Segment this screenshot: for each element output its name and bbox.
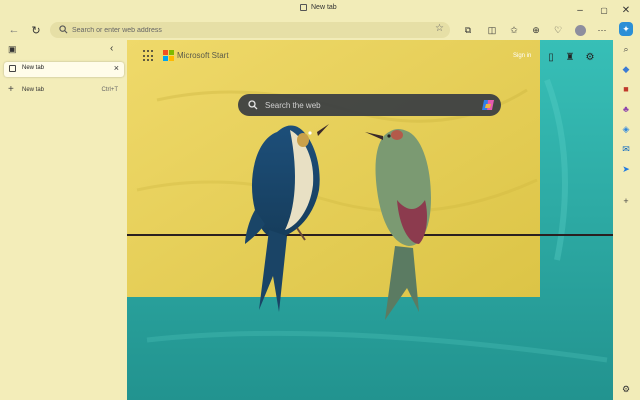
close-tab-icon[interactable]: ×	[114, 63, 119, 73]
browser-essentials-icon[interactable]: ♡	[550, 22, 566, 38]
games-icon[interactable]: ♣	[619, 102, 633, 116]
collapse-pane-icon[interactable]: ‹	[110, 43, 113, 54]
tools-briefcase-icon[interactable]: ■	[619, 82, 633, 96]
brand-name: Microsoft Start	[177, 51, 229, 60]
tab-label: New tab	[22, 65, 45, 71]
microsoft365-icon[interactable]: ◈	[619, 122, 633, 136]
title-bar: New tab – ▢ ✕	[0, 0, 640, 20]
rewards-trophy-icon[interactable]: ♜	[563, 50, 577, 64]
new-tab-page: Microsoft Start Sign in ▯ ♜ ⚙	[127, 40, 613, 400]
split-screen-icon[interactable]: ◫	[484, 22, 500, 38]
edge-sidebar: ✦ ⌕ ◆ ■ ♣ ◈ ✉ ➤ + ⚙	[613, 20, 640, 400]
copilot-icon[interactable]	[481, 98, 495, 112]
web-search-input[interactable]	[265, 98, 465, 112]
outlook-icon[interactable]: ✉	[619, 142, 633, 156]
shopping-tag-icon[interactable]: ◆	[619, 62, 633, 76]
drop-icon[interactable]: ➤	[619, 162, 633, 176]
vertical-tabs-pane: ▣ ‹ New tab × + New tab Ctrl+T	[0, 40, 127, 400]
page-settings-icon[interactable]: ⚙	[583, 50, 597, 64]
toolbar: ← ↻ ☆	[0, 20, 640, 40]
close-button[interactable]: ✕	[618, 2, 634, 18]
vertical-tabs-header: ▣ ‹	[0, 43, 127, 58]
back-button[interactable]: ←	[6, 22, 22, 38]
minimize-button[interactable]: –	[572, 2, 588, 18]
collections-icon[interactable]: ⊕	[528, 22, 544, 38]
new-tab-button[interactable]: + New tab Ctrl+T	[4, 84, 124, 98]
window-title: New tab	[300, 4, 337, 11]
tab-actions-icon[interactable]: ▣	[8, 44, 17, 55]
sidebar-settings-icon[interactable]: ⚙	[619, 382, 633, 396]
favorites-icon[interactable]: ✩	[506, 22, 522, 38]
tab-page-icon	[300, 4, 307, 11]
microsoft-start-logo[interactable]: Microsoft Start	[163, 50, 229, 61]
address-input[interactable]	[72, 24, 412, 36]
tab-item-new-tab[interactable]: New tab ×	[4, 62, 124, 77]
add-sidebar-app-icon[interactable]: +	[619, 194, 633, 208]
phone-icon[interactable]: ▯	[544, 50, 558, 64]
microsoft-logo-icon	[163, 50, 174, 61]
search-icon[interactable]: ⌕	[619, 42, 633, 56]
new-tab-shortcut: Ctrl+T	[101, 87, 119, 93]
app-launcher-icon[interactable]	[143, 50, 155, 62]
copilot-sidebar-icon[interactable]: ✦	[619, 22, 633, 36]
window-title-text: New tab	[311, 4, 337, 11]
tab-page-icon	[9, 65, 16, 72]
favorite-star-icon[interactable]: ☆	[435, 23, 444, 34]
maximize-button[interactable]: ▢	[596, 2, 612, 18]
signin-link[interactable]: Sign in	[513, 53, 531, 59]
search-icon	[59, 25, 68, 34]
search-icon	[248, 100, 258, 110]
extensions-icon[interactable]: ⧉	[460, 22, 476, 38]
new-tab-label: New tab	[22, 87, 45, 93]
web-search-box[interactable]	[238, 94, 501, 116]
profile-avatar[interactable]	[572, 22, 588, 38]
address-bar[interactable]: ☆	[50, 22, 450, 38]
refresh-button[interactable]: ↻	[28, 22, 44, 38]
more-menu-icon[interactable]: ⋯	[594, 22, 610, 38]
plus-icon: +	[8, 84, 14, 95]
